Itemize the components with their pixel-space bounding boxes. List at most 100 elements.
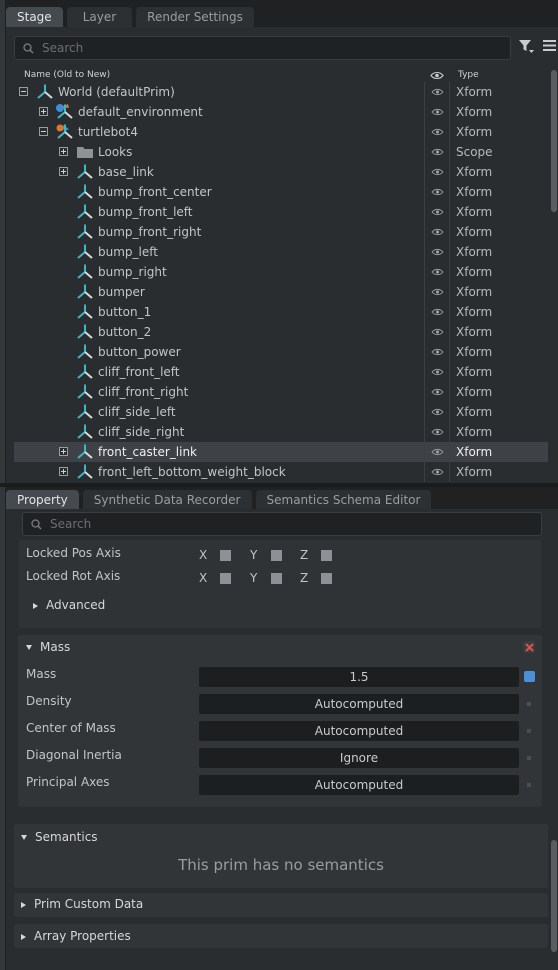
tree-row[interactable]: button_power Xform <box>14 342 548 362</box>
tab-property[interactable]: Property <box>6 490 79 510</box>
expand-icon[interactable] <box>59 467 68 476</box>
array-properties-header[interactable]: Array Properties <box>21 929 131 943</box>
semantics-header[interactable]: Semantics <box>21 830 98 844</box>
tree-row[interactable]: Looks Scope <box>14 142 548 162</box>
tree-row[interactable]: cliff_side_right Xform <box>14 422 548 442</box>
tree-row[interactable]: front_left_bottom_weight_block Xform <box>14 462 548 482</box>
default-value-indicator <box>527 756 531 760</box>
tree-row[interactable]: bumper Xform <box>14 282 548 302</box>
tab-layer[interactable]: Layer <box>66 7 133 27</box>
tree-row[interactable]: cliff_front_right Xform <box>14 382 548 402</box>
tree-row-label: default_environment <box>78 105 203 119</box>
expanded-triangle-icon <box>21 835 27 840</box>
tree-row[interactable]: bump_right Xform <box>14 262 548 282</box>
mass-row-value-field[interactable]: Autocomputed <box>199 694 519 714</box>
tab-semantics-schema-editor[interactable]: Semantics Schema Editor <box>255 490 432 510</box>
filter-icon[interactable] <box>518 39 534 53</box>
visibility-toggle[interactable] <box>424 342 450 362</box>
prim-custom-data-header[interactable]: Prim Custom Data <box>21 897 143 911</box>
locked-pos-axis-checkbox-y[interactable] <box>271 550 282 561</box>
stage-tabbar: Stage Layer Render Settings <box>6 5 258 27</box>
menu-icon[interactable] <box>543 40 556 51</box>
visibility-toggle[interactable] <box>424 322 450 342</box>
visibility-toggle[interactable] <box>424 442 450 462</box>
tab-synthetic-data-recorder[interactable]: Synthetic Data Recorder <box>82 490 252 510</box>
collapse-icon[interactable] <box>19 87 28 96</box>
tree-row[interactable]: World (defaultPrim) Xform <box>14 82 548 102</box>
expand-icon[interactable] <box>59 447 68 456</box>
locked-rot-axis-label-y: Y <box>250 571 258 585</box>
tree-row[interactable]: bump_front_right Xform <box>14 222 548 242</box>
visibility-toggle[interactable] <box>424 262 450 282</box>
mass-row-value-field[interactable]: Ignore <box>199 748 519 768</box>
mass-override-indicator[interactable] <box>524 671 535 682</box>
tree-row[interactable]: bump_left Xform <box>14 242 548 262</box>
tree-row-name: cliff_front_right <box>14 382 424 402</box>
advanced-header[interactable]: Advanced <box>33 598 105 612</box>
column-type-header[interactable]: Type <box>450 68 479 82</box>
visibility-toggle[interactable] <box>424 402 450 422</box>
tree-row[interactable]: cliff_front_left Xform <box>14 362 548 382</box>
tree-row[interactable]: turtlebot4 Xform <box>14 122 548 142</box>
visibility-toggle[interactable] <box>424 422 450 442</box>
tree-row[interactable]: cliff_side_left Xform <box>14 402 548 422</box>
tree-row-type: Xform <box>456 365 493 379</box>
eye-icon <box>431 368 444 376</box>
locked-pos-axis-checkbox-x[interactable] <box>220 550 231 561</box>
mass-row-value-field[interactable]: 1.5 <box>199 667 519 687</box>
stage-search-input[interactable]: Search <box>14 36 511 60</box>
tree-row[interactable]: front_caster_link Xform <box>14 442 548 462</box>
visibility-toggle[interactable] <box>424 182 450 202</box>
tree-row-name: cliff_side_right <box>14 422 424 442</box>
visibility-toggle[interactable] <box>424 282 450 302</box>
remove-mass-button[interactable] <box>523 641 535 653</box>
visibility-toggle[interactable] <box>424 362 450 382</box>
locked-pos-axis-label-y: Y <box>250 548 258 562</box>
locked-pos-axis-checkbox-z[interactable] <box>321 550 332 561</box>
panel-splitter[interactable] <box>0 483 558 487</box>
visibility-toggle[interactable] <box>424 382 450 402</box>
locked-rot-axis-checkbox-x[interactable] <box>220 573 231 584</box>
tree-row[interactable]: bump_front_center Xform <box>14 182 548 202</box>
tree-row-label: bump_front_right <box>98 225 202 239</box>
visibility-toggle[interactable] <box>424 222 450 242</box>
tree-row[interactable]: button_1 Xform <box>14 302 548 322</box>
eye-icon <box>431 88 444 96</box>
expand-icon[interactable] <box>59 147 68 156</box>
visibility-toggle[interactable] <box>424 202 450 222</box>
tab-stage[interactable]: Stage <box>6 7 63 27</box>
visibility-toggle[interactable] <box>424 462 450 482</box>
eye-icon <box>431 108 444 116</box>
locked-rot-axis-checkbox-z[interactable] <box>321 573 332 584</box>
environment-xform-icon <box>56 103 74 124</box>
tree-row-name: Looks <box>14 142 424 162</box>
tree-row[interactable]: default_environment Xform <box>14 102 548 122</box>
property-scrollbar[interactable] <box>551 840 557 952</box>
visibility-toggle[interactable] <box>424 242 450 262</box>
locked-rot-axis-checkbox-y[interactable] <box>271 573 282 584</box>
xform-icon <box>76 363 94 384</box>
visibility-toggle[interactable] <box>424 122 450 142</box>
xform-icon <box>76 403 94 424</box>
expand-icon[interactable] <box>39 107 48 116</box>
column-name-header[interactable]: Name (Old to New) <box>14 68 424 82</box>
tab-render-settings[interactable]: Render Settings <box>136 7 254 27</box>
collapsed-triangle-icon <box>21 901 26 908</box>
tree-row[interactable]: bump_front_left Xform <box>14 202 548 222</box>
mass-row-value-field[interactable]: Autocomputed <box>199 721 519 741</box>
collapse-icon[interactable] <box>39 127 48 136</box>
property-search-input[interactable]: Search <box>22 512 542 536</box>
visibility-toggle[interactable] <box>424 162 450 182</box>
tree-row[interactable]: button_2 Xform <box>14 322 548 342</box>
mass-section-header[interactable]: Mass <box>26 640 70 654</box>
tree-row[interactable]: base_link Xform <box>14 162 548 182</box>
visibility-toggle[interactable] <box>424 302 450 322</box>
visibility-toggle[interactable] <box>424 142 450 162</box>
stage-scrollbar[interactable] <box>551 70 557 212</box>
mass-row-value-field[interactable]: Autocomputed <box>199 775 519 795</box>
tree-row-label: front_left_bottom_weight_block <box>98 465 286 479</box>
visibility-toggle[interactable] <box>424 102 450 122</box>
tree-row-type: Xform <box>456 425 493 439</box>
visibility-toggle[interactable] <box>424 82 450 102</box>
expand-icon[interactable] <box>59 167 68 176</box>
